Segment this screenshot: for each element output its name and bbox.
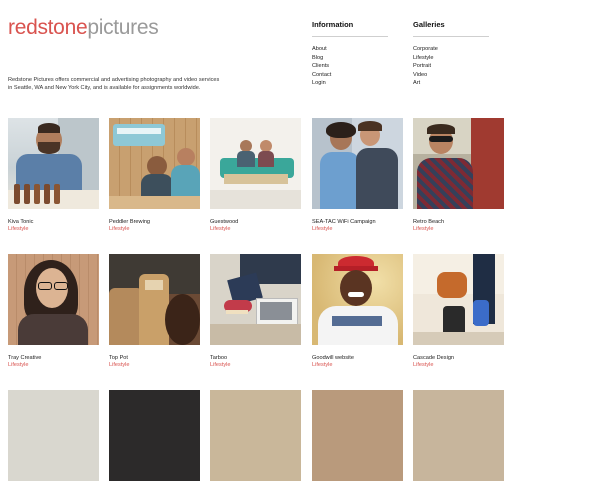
gallery-link-art[interactable]: Art	[413, 79, 489, 88]
tile-category[interactable]: Lifestyle	[109, 226, 200, 233]
logo-part-redstone: redstone	[8, 16, 88, 39]
tile-title[interactable]: Top Pot	[109, 355, 200, 362]
gallery-tile[interactable]: Tray Creative Lifestyle	[8, 254, 99, 369]
gallery-tile[interactable]	[413, 390, 504, 481]
tile-photo[interactable]	[210, 254, 301, 345]
tile-title[interactable]: Goodwill website	[312, 355, 403, 362]
nav-link-clients[interactable]: Clients	[312, 62, 388, 71]
information-nav: Information About Blog Clients Contact L…	[312, 20, 388, 88]
gallery-tile[interactable]: Top Pot Lifestyle	[109, 254, 200, 369]
gallery-tile[interactable]	[8, 390, 99, 481]
tile-title[interactable]: Peddler Brewing	[109, 219, 200, 226]
tile-photo[interactable]	[312, 118, 403, 209]
gallery-tile[interactable]: Kiva Tonic Lifestyle	[8, 118, 99, 233]
tile-title[interactable]: SEA-TAC WiFi Campaign	[312, 219, 403, 226]
tile-photo[interactable]	[413, 118, 504, 209]
tile-photo[interactable]	[8, 390, 99, 481]
tile-photo[interactable]	[413, 254, 504, 345]
logo-part-pictures: pictures	[87, 16, 159, 39]
nav-link-login[interactable]: Login	[312, 79, 388, 88]
gallery-tile[interactable]: Tarboo Lifestyle	[210, 254, 301, 369]
galleries-heading: Galleries	[413, 20, 489, 37]
gallery-tile[interactable]	[109, 390, 200, 481]
tile-photo[interactable]	[210, 390, 301, 481]
tile-photo[interactable]	[8, 254, 99, 345]
tile-category[interactable]: Lifestyle	[312, 226, 403, 233]
intro-text: Redstone Pictures offers commercial and …	[8, 76, 220, 91]
tile-photo[interactable]	[312, 254, 403, 345]
tile-photo[interactable]	[109, 390, 200, 481]
tile-title[interactable]: Kiva Tonic	[8, 219, 99, 226]
tile-photo[interactable]	[109, 254, 200, 345]
gallery-tile[interactable]	[210, 390, 301, 481]
gallery-tile[interactable]: Goodwill website Lifestyle	[312, 254, 403, 369]
gallery-tile[interactable]	[312, 390, 403, 481]
gallery-tile[interactable]: Peddler Brewing Lifestyle	[109, 118, 200, 233]
gallery-tile[interactable]: Cascade Design Lifestyle	[413, 254, 504, 369]
gallery-tile[interactable]: SEA-TAC WiFi Campaign Lifestyle	[312, 118, 403, 233]
tile-category[interactable]: Lifestyle	[8, 362, 99, 369]
tile-category[interactable]: Lifestyle	[210, 362, 301, 369]
tile-category[interactable]: Lifestyle	[413, 226, 504, 233]
tile-photo[interactable]	[8, 118, 99, 209]
nav-link-about[interactable]: About	[312, 45, 388, 54]
gallery-tile[interactable]: Retro Beach Lifestyle	[413, 118, 504, 233]
tile-category[interactable]: Lifestyle	[413, 362, 504, 369]
tile-photo[interactable]	[210, 118, 301, 209]
tile-title[interactable]: Tray Creative	[8, 355, 99, 362]
tile-photo[interactable]	[413, 390, 504, 481]
site-logo[interactable]: redstonepictures	[8, 16, 159, 40]
tile-category[interactable]: Lifestyle	[8, 226, 99, 233]
gallery-link-corporate[interactable]: Corporate	[413, 45, 489, 54]
tile-title[interactable]: Cascade Design	[413, 355, 504, 362]
nav-link-contact[interactable]: Contact	[312, 71, 388, 80]
gallery-link-portrait[interactable]: Portrait	[413, 62, 489, 71]
tile-photo[interactable]	[109, 118, 200, 209]
tile-photo[interactable]	[312, 390, 403, 481]
tile-category[interactable]: Lifestyle	[210, 226, 301, 233]
tile-title[interactable]: Guestwood	[210, 219, 301, 226]
tile-category[interactable]: Lifestyle	[109, 362, 200, 369]
tile-category[interactable]: Lifestyle	[312, 362, 403, 369]
nav-link-blog[interactable]: Blog	[312, 54, 388, 63]
gallery-link-video[interactable]: Video	[413, 71, 489, 80]
gallery-link-lifestyle[interactable]: Lifestyle	[413, 54, 489, 63]
tile-title[interactable]: Tarboo	[210, 355, 301, 362]
galleries-nav: Galleries Corporate Lifestyle Portrait V…	[413, 20, 489, 88]
tile-title[interactable]: Retro Beach	[413, 219, 504, 226]
gallery-tile[interactable]: Guestwood Lifestyle	[210, 118, 301, 233]
information-heading: Information	[312, 20, 388, 37]
